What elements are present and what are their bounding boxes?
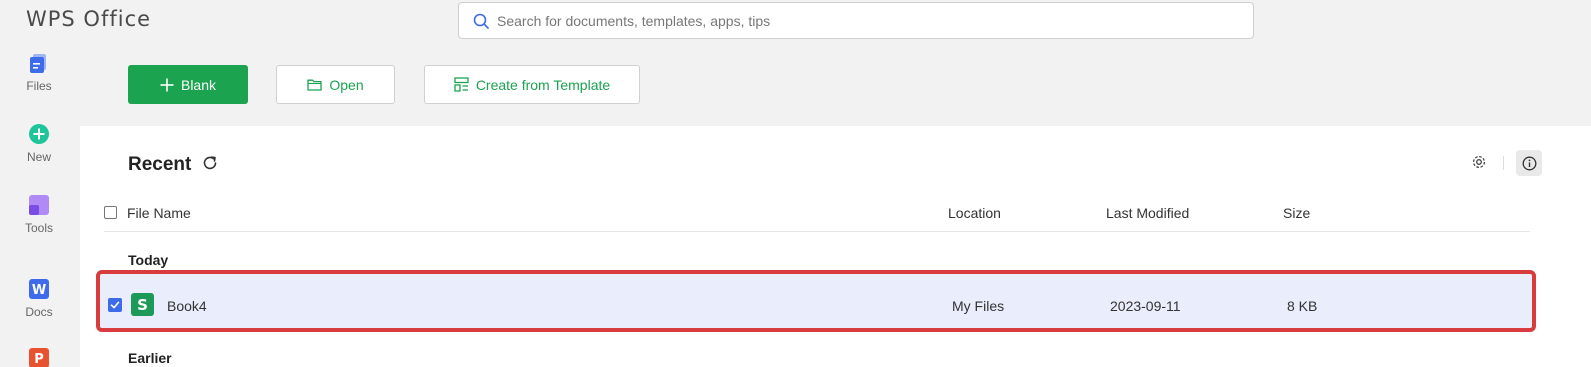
search-bar[interactable] bbox=[458, 2, 1254, 39]
table-row[interactable]: S Book4 My Files 2023-09-11 8 KB bbox=[96, 270, 1536, 332]
file-size: 8 KB bbox=[1287, 298, 1318, 314]
search-icon bbox=[473, 13, 489, 29]
sidebar-item-presentation[interactable]: P bbox=[0, 347, 78, 367]
refresh-button[interactable] bbox=[202, 155, 218, 176]
file-last-modified: 2023-09-11 bbox=[1110, 298, 1181, 314]
docs-icon: W bbox=[28, 278, 50, 300]
open-button-label: Open bbox=[329, 76, 364, 93]
sidebar-item-tools[interactable]: Tools bbox=[0, 194, 78, 235]
sidebar-item-label: Files bbox=[26, 79, 52, 93]
table-header: File Name Location Last Modified Size bbox=[104, 202, 1530, 232]
sidebar-item-label: Tools bbox=[24, 221, 53, 235]
spreadsheet-icon: S bbox=[131, 293, 154, 316]
top-bar: WPS Office bbox=[0, 0, 1591, 44]
create-from-template-label: Create from Template bbox=[475, 76, 611, 93]
sidebar-item-files[interactable]: Files bbox=[0, 52, 78, 93]
row-checkbox[interactable] bbox=[108, 298, 122, 312]
sidebar-item-new[interactable]: New bbox=[0, 123, 78, 164]
app-logo: WPS Office bbox=[26, 7, 152, 31]
group-heading-earlier: Earlier bbox=[128, 350, 172, 366]
column-header-location[interactable]: Location bbox=[948, 205, 1001, 221]
folder-icon bbox=[307, 79, 323, 91]
files-icon bbox=[28, 52, 50, 74]
svg-text:W: W bbox=[32, 283, 46, 298]
refresh-icon bbox=[203, 156, 217, 170]
action-toolbar: Blank Open Create from Template bbox=[80, 44, 1591, 126]
check-icon bbox=[110, 301, 120, 309]
blank-button[interactable]: Blank bbox=[128, 65, 248, 104]
column-header-file-name[interactable]: File Name bbox=[127, 205, 191, 221]
blank-button-label: Blank bbox=[180, 76, 217, 93]
group-heading-today: Today bbox=[128, 252, 169, 268]
divider bbox=[1503, 156, 1504, 170]
column-header-last-modified[interactable]: Last Modified bbox=[1106, 205, 1189, 221]
tools-icon bbox=[28, 194, 50, 216]
gear-icon bbox=[1472, 155, 1486, 169]
sidebar-item-label: New bbox=[26, 150, 51, 164]
column-header-size[interactable]: Size bbox=[1283, 205, 1310, 221]
sidebar: Files New Tools W Docs P bbox=[0, 44, 80, 367]
svg-text:P: P bbox=[34, 352, 44, 367]
template-icon bbox=[454, 77, 469, 92]
create-from-template-button[interactable]: Create from Template bbox=[424, 65, 640, 104]
page-title: Recent bbox=[128, 154, 192, 175]
sidebar-item-docs[interactable]: W Docs bbox=[0, 278, 78, 319]
sidebar-item-label: Docs bbox=[25, 305, 53, 319]
file-location: My Files bbox=[952, 298, 1005, 314]
settings-button[interactable] bbox=[1471, 154, 1487, 175]
info-icon bbox=[1522, 156, 1536, 170]
search-input[interactable] bbox=[497, 12, 1197, 29]
plus-icon bbox=[160, 78, 174, 91]
presentation-icon: P bbox=[28, 347, 50, 367]
recent-panel: Recent File Name Location Last Modified … bbox=[80, 126, 1591, 367]
info-button[interactable] bbox=[1516, 150, 1542, 176]
new-icon bbox=[28, 123, 50, 145]
select-all-checkbox[interactable] bbox=[104, 206, 117, 219]
open-button[interactable]: Open bbox=[276, 65, 395, 104]
file-name[interactable]: Book4 bbox=[167, 298, 207, 314]
